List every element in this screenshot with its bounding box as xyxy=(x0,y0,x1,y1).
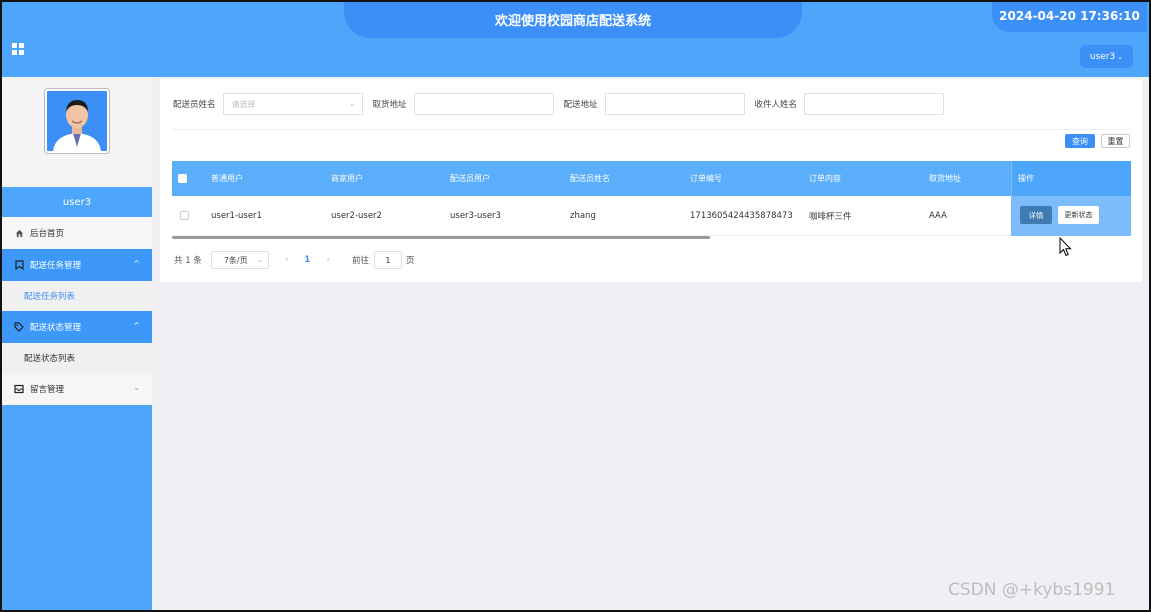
pickup-address-label: 取货地址 xyxy=(372,100,407,110)
avatar-area xyxy=(2,77,152,187)
table-row: user1-user1 user2-user2 user3-user3 zhan… xyxy=(172,196,1131,236)
sidebar-subitem-delivery-task-list[interactable]: 配送任务列表 xyxy=(2,281,152,311)
filter-divider xyxy=(173,129,1131,130)
delivery-address-label: 配送地址 xyxy=(563,100,598,110)
top-header: 欢迎使用校园商店配送系统 2024-04-20 17:36:10 user3 ⌄ xyxy=(0,0,1151,77)
sidebar-subitem-delivery-status-list[interactable]: 配送状态列表 xyxy=(2,343,152,373)
column-header-order-content[interactable]: 订单内容 xyxy=(809,161,841,196)
home-icon xyxy=(14,228,24,238)
cell-order-content: 咖啡杯三件 xyxy=(809,211,852,222)
chevron-down-icon: ⌄ xyxy=(133,383,140,392)
cell-merchant-user: user2-user2 xyxy=(331,210,382,221)
column-header-merchant-user[interactable]: 商家用户 xyxy=(331,161,363,196)
cell-courier-user: user3-user3 xyxy=(450,210,501,221)
table-horizontal-scrollbar[interactable] xyxy=(172,236,710,239)
delivery-task-table: 普通用户 商家用户 配送员用户 配送员姓名 订单编号 订单内容 取货地址 操作 … xyxy=(172,161,1131,237)
chevron-up-icon: ^ xyxy=(133,259,140,268)
message-icon xyxy=(14,384,24,394)
cell-regular-user: user1-user1 xyxy=(211,210,262,221)
cell-courier-name: zhang xyxy=(570,210,596,221)
sidebar-username: user3 xyxy=(2,187,152,217)
pagination: 共 1 条 7条/页 ⌄ ‹ 1 › 前往 1 页 xyxy=(174,251,414,269)
sidebar-item-label: 配送状态管理 xyxy=(30,323,82,333)
sidebar-item-delivery-status-management[interactable]: 配送状态管理 ^ xyxy=(2,311,152,343)
chevron-down-icon: ⌄ xyxy=(348,99,356,108)
delivery-address-input[interactable] xyxy=(604,93,745,115)
query-button[interactable]: 查询 xyxy=(1065,134,1095,148)
pickup-address-input[interactable] xyxy=(413,93,554,115)
courier-name-select[interactable]: 请选择 ⌄ xyxy=(222,93,363,115)
column-header-regular-user[interactable]: 普通用户 xyxy=(211,161,243,196)
sidebar-item-label: 后台首页 xyxy=(30,229,65,239)
table-header: 普通用户 商家用户 配送员用户 配送员姓名 订单编号 订单内容 取货地址 操作 xyxy=(172,161,1131,196)
courier-name-placeholder: 请选择 xyxy=(231,99,256,109)
user-menu-label: user3 xyxy=(1089,51,1116,62)
column-header-courier-name[interactable]: 配送员姓名 xyxy=(570,161,610,196)
goto-page-input[interactable]: 1 xyxy=(373,251,402,269)
prev-page-button[interactable]: ‹ xyxy=(285,255,289,265)
sidebar-item-label: 配送任务管理 xyxy=(30,261,82,271)
filter-row: 配送员姓名 请选择 ⌄ 取货地址 配送地址 收件人姓名 xyxy=(173,92,954,116)
column-header-actions: 操作 xyxy=(1018,174,1034,183)
sidebar-item-delivery-task-management[interactable]: 配送任务管理 ^ xyxy=(2,249,152,281)
main-content-card: 配送员姓名 请选择 ⌄ 取货地址 配送地址 收件人姓名 查询 重置 普通用户 商… xyxy=(160,79,1142,282)
column-header-actions-cell: 操作 xyxy=(1011,161,1131,196)
grid-menu-icon[interactable] xyxy=(12,43,24,55)
detail-button[interactable]: 详情 xyxy=(1020,206,1052,224)
column-header-courier-user[interactable]: 配送员用户 xyxy=(450,161,490,196)
sidebar-subitem-label: 配送任务列表 xyxy=(24,292,76,302)
bookmark-icon xyxy=(14,260,24,270)
chevron-up-icon: ^ xyxy=(133,321,140,330)
mouse-cursor-icon xyxy=(1059,236,1073,257)
cell-order-no: 1713605424435878473 xyxy=(690,210,793,221)
chevron-down-icon: ⌄ xyxy=(1117,52,1124,61)
cell-pickup-address: AAA xyxy=(929,210,947,221)
page-suffix: 页 xyxy=(405,256,415,266)
avatar xyxy=(45,89,109,153)
sidebar-subitem-label: 配送状态列表 xyxy=(24,354,76,364)
datetime-display: 2024-04-20 17:36:10 xyxy=(992,0,1147,32)
tag-icon xyxy=(14,322,24,332)
column-header-pickup-address[interactable]: 取货地址 xyxy=(929,161,961,196)
pagination-total: 共 1 条 xyxy=(174,256,202,266)
recipient-name-label: 收件人姓名 xyxy=(754,100,798,110)
page-size-value: 7条/页 xyxy=(223,255,248,265)
courier-name-label: 配送员姓名 xyxy=(173,100,216,110)
sidebar: user3 后台首页 配送任务管理 ^ 配送任务列表 配送状态管理 ^ 配送状态… xyxy=(2,77,152,610)
cell-actions: 详情 更新状态 xyxy=(1011,196,1131,236)
system-title: 欢迎使用校园商店配送系统 xyxy=(344,0,802,38)
recipient-name-input[interactable] xyxy=(804,93,945,115)
reset-button[interactable]: 重置 xyxy=(1101,134,1130,148)
csdn-watermark: CSDN @+kybs1991 xyxy=(948,580,1116,600)
row-checkbox[interactable] xyxy=(180,211,189,220)
page-size-select[interactable]: 7条/页 ⌄ xyxy=(210,251,269,269)
column-header-order-no[interactable]: 订单编号 xyxy=(690,161,722,196)
sidebar-item-label: 留言管理 xyxy=(30,385,65,395)
select-all-checkbox[interactable] xyxy=(178,174,187,183)
update-status-button[interactable]: 更新状态 xyxy=(1058,206,1099,224)
page-number-1[interactable]: 1 xyxy=(304,255,310,265)
next-page-button[interactable]: › xyxy=(326,255,330,265)
user-menu-button[interactable]: user3 ⌄ xyxy=(1080,45,1133,68)
sidebar-item-home[interactable]: 后台首页 xyxy=(2,217,152,249)
chevron-down-icon: ⌄ xyxy=(256,256,263,264)
sidebar-item-message-management[interactable]: 留言管理 ⌄ xyxy=(2,373,152,405)
goto-label: 前往 xyxy=(351,256,369,266)
